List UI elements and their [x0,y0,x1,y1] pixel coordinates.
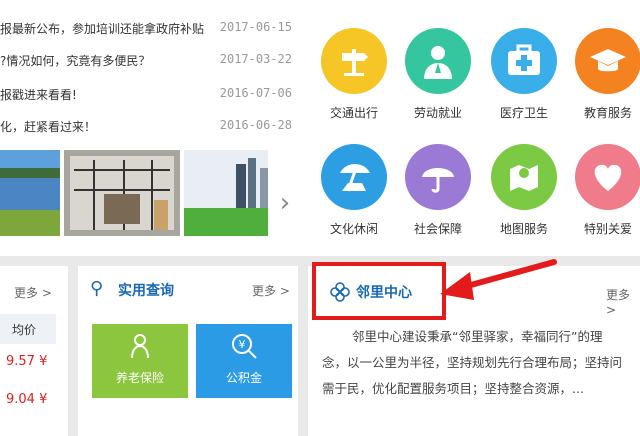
umbrella-icon [405,144,471,210]
service-label: 教育服务 [583,106,632,120]
query-panel-title: 实用查询 [118,283,174,299]
service-label: 文化休闲 [329,222,378,236]
photo-lake[interactable] [0,150,60,236]
news-item[interactable]: 化，赶紧看过来！ 2016-06-28 [0,114,300,140]
yuan-search-icon: ¥ [232,334,257,359]
beach-umbrella-icon [321,144,387,210]
more-link[interactable]: 更多 > [14,284,52,301]
annotation-box [312,262,446,320]
service-employment[interactable]: 劳动就业 [398,28,478,121]
service-label: 交通出行 [329,106,378,120]
photo-interior[interactable] [64,150,180,236]
service-map[interactable]: 地图服务 [484,144,564,237]
tile-label: 公积金 [225,371,262,385]
news-item[interactable]: 报最新公布，参加培训还能拿政府补贴 2017-06-15 [0,16,300,42]
elder-icon [131,334,149,359]
price-value: 9.57 ¥ [6,354,48,369]
news-panel: 报最新公布，参加培训还能拿政府补贴 2017-06-15 ?情况如何，究竟有多便… [0,0,300,256]
photo-buildings[interactable] [184,150,268,236]
heart-icon [575,144,640,210]
medical-kit-icon [491,28,557,94]
query-panel: ⚲ 实用查询 更多 > 养老保险 ¥ 公积金 [78,266,298,436]
service-label: 特别关爱 [583,222,632,236]
more-link[interactable]: 更多 > [252,282,290,299]
service-education[interactable]: 教育服务 [568,28,640,121]
map-icon [491,144,557,210]
news-date: 2016-07-06 [219,86,292,100]
chevron-right-icon[interactable]: › [274,188,296,218]
text-line: 邻里中心建设秉承“邻里驿家，幸福同行”的理 [352,329,603,344]
signpost-icon [321,28,387,94]
service-label: 社会保障 [413,222,462,236]
neighbor-center-text: 邻里中心建设秉承“邻里驿家，幸福同行”的理 念，以一公里为半径，坚持规划先行合理… [322,324,640,402]
price-value: 9.04 ¥ [6,392,48,407]
news-item[interactable]: ?情况如何，究竟有多便民？ 2017-03-22 [0,48,300,74]
price-panel: 更多 > 均价 9.57 ¥ 9.04 ¥ [0,266,68,436]
service-label: 医疗卫生 [499,106,548,120]
news-title[interactable]: ?情况如何，究竟有多便民？ [0,52,215,69]
tile-housing-fund[interactable]: ¥ 公积金 [196,324,292,398]
annotation-arrow [440,259,557,300]
news-title[interactable]: 报戳进来看看! [0,86,215,103]
news-date: 2017-06-15 [219,20,292,34]
tile-pension-insurance[interactable]: 养老保险 [92,324,188,398]
search-icon: ⚲ [90,278,104,299]
news-item[interactable]: 报戳进来看看! 2016-07-06 [0,82,300,108]
service-transport[interactable]: 交通出行 [314,28,394,121]
service-culture[interactable]: 文化休闲 [314,144,394,237]
news-date: 2016-06-28 [219,118,292,132]
text-line: 需于民，优化配置服务项目；坚持整合资源，... [322,381,584,396]
graduation-cap-icon [575,28,640,94]
service-label: 地图服务 [499,222,548,236]
tile-label: 养老保险 [115,371,164,385]
more-link[interactable]: 更多 > [606,286,640,317]
service-grid: 交通出行 劳动就业 医疗卫生 教育服务 文化休闲 社会保障 地图服务 特别关爱 [300,0,640,256]
news-date: 2017-03-22 [219,52,292,66]
service-special-care[interactable]: 特别关爱 [568,144,640,237]
news-title[interactable]: 报最新公布，参加培训还能拿政府补贴 [0,20,215,37]
worker-icon [405,28,471,94]
price-header-row: 均价 [0,314,56,344]
service-medical[interactable]: 医疗卫生 [484,28,564,121]
news-title[interactable]: 化，赶紧看过来！ [0,118,215,135]
text-line: 念，以一公里为半径，坚持规划先行合理布局；坚持问 [322,355,623,370]
svg-text:¥: ¥ [239,338,246,351]
service-label: 劳动就业 [413,106,462,120]
avg-price-header: 均价 [12,323,37,337]
service-social-security[interactable]: 社会保障 [398,144,478,237]
